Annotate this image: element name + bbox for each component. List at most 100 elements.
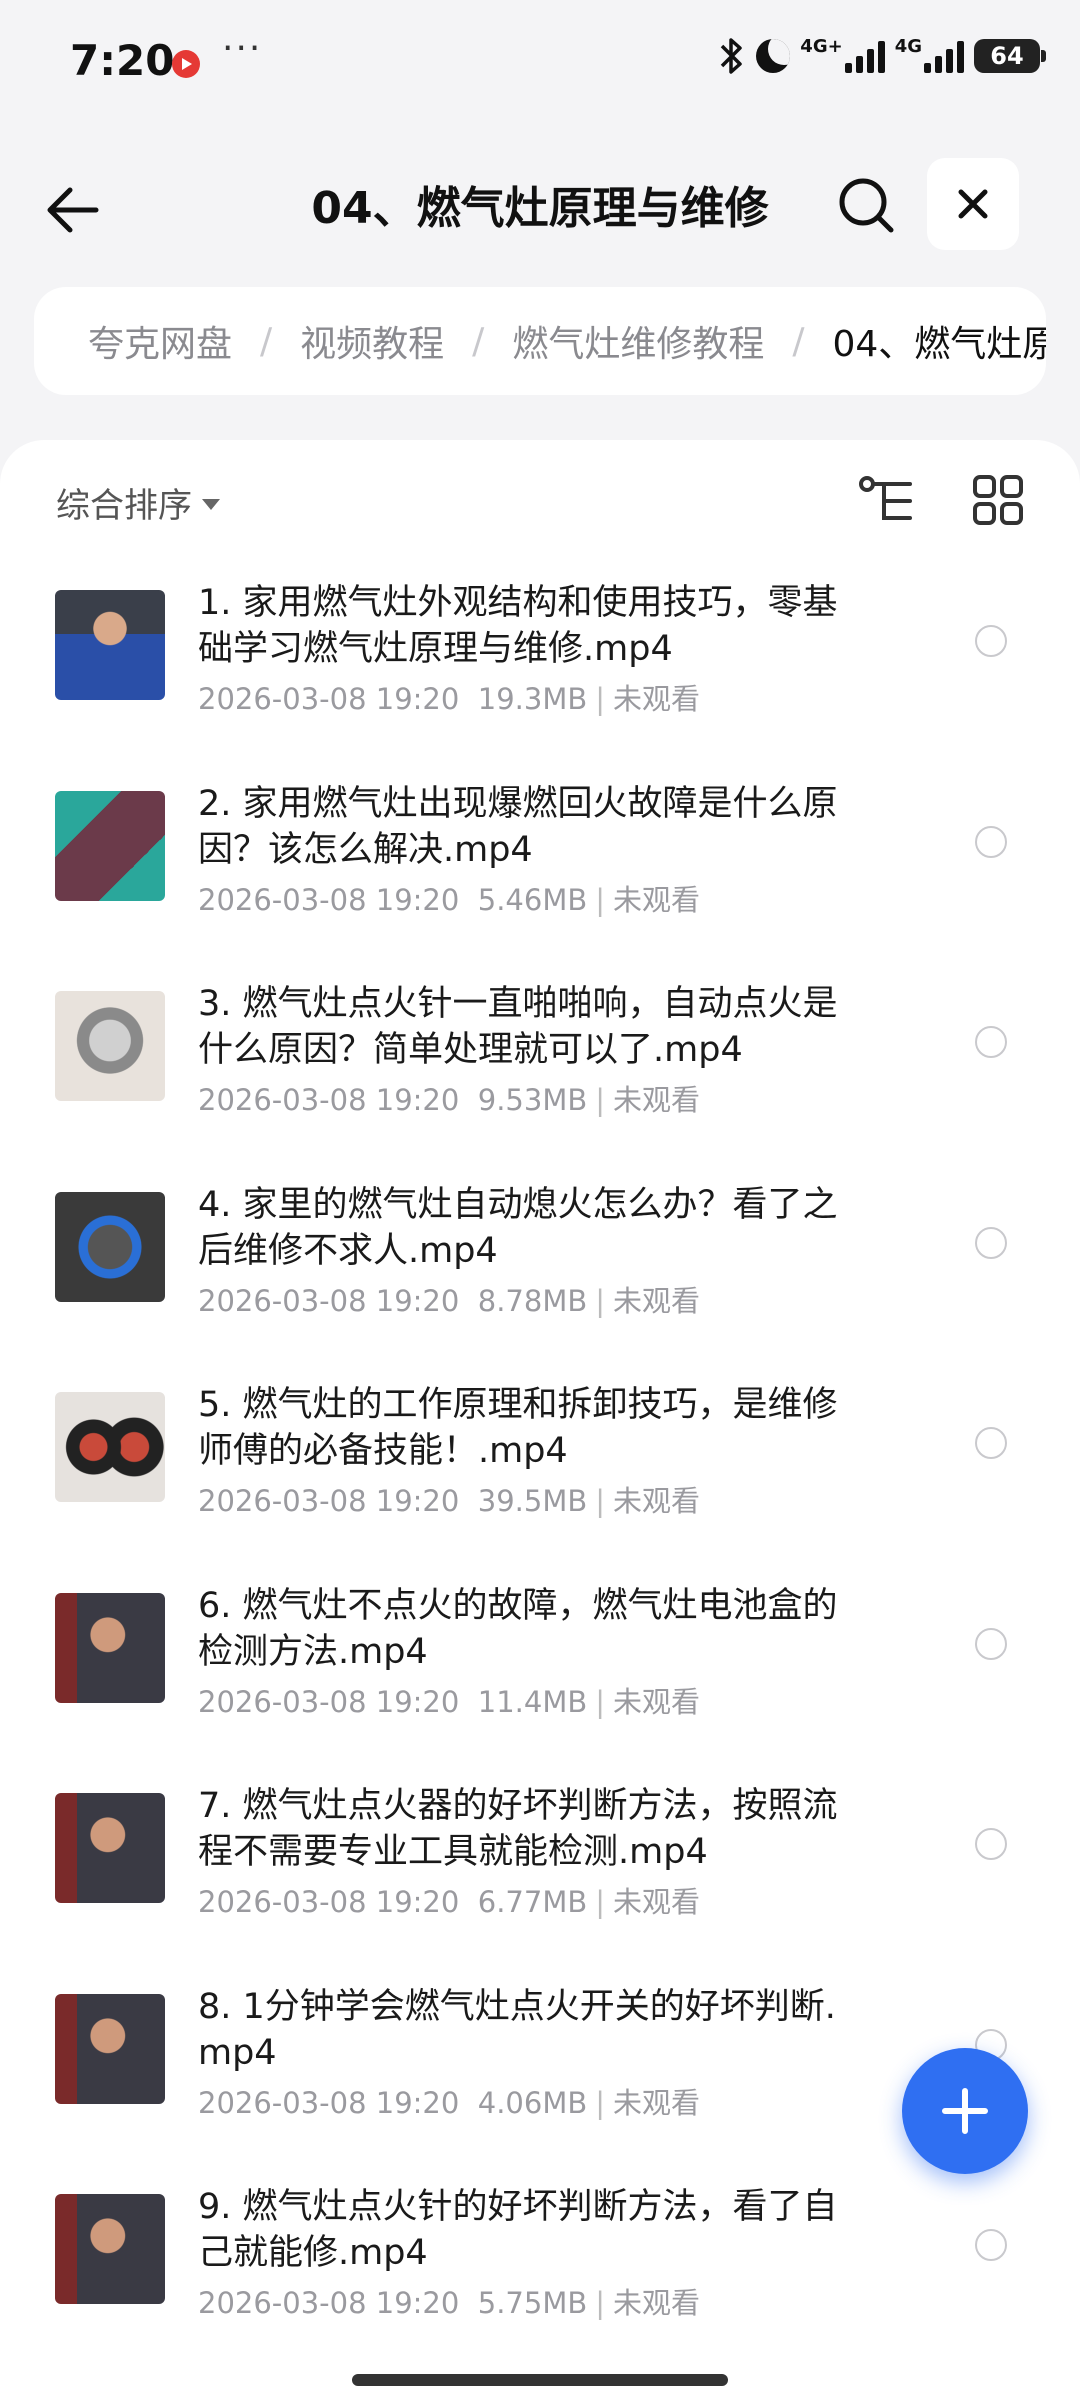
file-date: 2026-03-08 19:20 — [198, 1283, 460, 1318]
watch-status: 未观看 — [613, 1283, 701, 1318]
select-checkbox[interactable] — [975, 2229, 1007, 2261]
file-name: 8. 1分钟学会燃气灶点火开关的好坏判断.mp4 — [198, 1986, 836, 2073]
search-button[interactable] — [835, 174, 899, 238]
file-size: 6.77MB — [477, 1885, 588, 1919]
close-icon — [958, 189, 988, 219]
file-size: 5.46MB — [477, 882, 588, 917]
status-icons: 4G+ 4G 64 — [716, 36, 1046, 76]
status-time: 7:20 — [70, 36, 175, 85]
video-thumbnail — [55, 790, 165, 901]
video-thumbnail — [55, 1993, 165, 2104]
back-button[interactable] — [40, 180, 110, 240]
close-button[interactable] — [927, 158, 1019, 250]
file-date: 2026-03-08 19:20 — [198, 2085, 460, 2120]
file-date: 2026-03-08 19:20 — [198, 2286, 460, 2320]
breadcrumb-item-root[interactable]: 夸克网盘 — [88, 315, 232, 367]
video-thumbnail — [55, 1592, 165, 1703]
watch-status: 未观看 — [613, 682, 701, 716]
file-name: 1. 家用燃气灶外观结构和使用技巧，零基础学习燃气灶原理与维修.mp4 — [198, 583, 838, 669]
grid-view-button[interactable] — [972, 474, 1024, 526]
file-date: 2026-03-08 19:20 — [198, 682, 460, 716]
sort-label: 综合排序 — [56, 486, 192, 526]
file-meta: 2026-03-08 19:20 39.5MB | 未观看 — [198, 1478, 700, 1520]
file-row[interactable]: 6. 燃气灶不点火的故障，燃气灶电池盒的检测方法.mp4 2026-03-08 1… — [0, 1583, 1080, 1784]
tree-view-button[interactable] — [858, 474, 916, 528]
select-checkbox[interactable] — [975, 625, 1007, 657]
grid-icon — [973, 475, 1023, 525]
home-indicator[interactable] — [352, 2374, 728, 2386]
network-type-2: 4G — [894, 36, 922, 57]
file-name: 3. 燃气灶点火针一直啪啪响，自动点火是什么原因？简单处理就可以了.mp4 — [198, 984, 838, 1070]
file-meta: 2026-03-08 19:20 6.77MB | 未观看 — [198, 1879, 700, 1921]
breadcrumb-item-videos[interactable]: 视频教程 — [300, 315, 444, 367]
file-name: 9. 燃气灶点火针的好坏判断方法，看了自己就能修.mp4 — [198, 2187, 838, 2273]
watch-status: 未观看 — [613, 1484, 701, 1518]
file-name: 4. 家里的燃气灶自动熄火怎么办？看了之后维修不求人.mp4 — [198, 1184, 838, 1271]
select-checkbox[interactable] — [975, 1627, 1007, 1660]
select-checkbox[interactable] — [975, 1828, 1007, 1860]
meta-separator: | — [595, 1684, 606, 1719]
select-checkbox[interactable] — [975, 825, 1007, 858]
signal-2-icon — [924, 39, 964, 73]
breadcrumb-separator: / — [260, 320, 273, 362]
file-name: 6. 燃气灶不点火的故障，燃气灶电池盒的检测方法.mp4 — [198, 1585, 838, 1672]
video-thumbnail — [55, 1793, 165, 1903]
file-row[interactable]: 9. 燃气灶点火针的好坏判断方法，看了自己就能修.mp4 2026-03-08 1… — [0, 2184, 1080, 2385]
network-type-1: 4G+ — [800, 36, 843, 57]
bluetooth-icon — [721, 38, 743, 74]
breadcrumb-item-current: 04、燃气灶原理与维修 — [832, 324, 1046, 365]
file-date: 2026-03-08 19:20 — [198, 1885, 460, 1919]
arrow-left-icon — [47, 187, 99, 233]
select-checkbox[interactable] — [975, 1026, 1007, 1058]
file-name: 7. 燃气灶点火器的好坏判断方法，按照流程不需要专业工具就能检测.mp4 — [198, 1786, 838, 1872]
meta-separator: | — [595, 1283, 606, 1318]
meta-separator: | — [595, 1885, 606, 1919]
file-size: 4.06MB — [477, 2085, 588, 2120]
select-checkbox[interactable] — [975, 1226, 1007, 1259]
file-size: 19.3MB — [477, 682, 588, 716]
breadcrumb-item-course[interactable]: 燃气灶维修教程 — [512, 315, 764, 367]
file-meta: 2026-03-08 19:20 4.06MB | 未观看 — [198, 2080, 700, 2122]
watch-status: 未观看 — [613, 1083, 701, 1117]
plus-icon — [942, 2088, 988, 2134]
status-bar: 7:20 ··· 4G+ 4G 64 — [0, 0, 1080, 120]
caret-down-icon — [202, 499, 220, 510]
file-meta: 2026-03-08 19:20 19.3MB | 未观看 — [198, 676, 700, 718]
tree-structure-icon — [859, 476, 912, 520]
file-meta: 2026-03-08 19:20 9.53MB | 未观看 — [198, 1077, 700, 1119]
signal-1-icon — [844, 39, 885, 73]
file-row[interactable]: 5. 燃气灶的工作原理和拆卸技巧，是维修师傅的必备技能！.mp4 2026-03-… — [0, 1382, 1080, 1583]
file-date: 2026-03-08 19:20 — [198, 1083, 460, 1117]
file-size: 11.4MB — [477, 1684, 588, 1719]
video-thumbnail — [55, 1392, 165, 1502]
watch-status: 未观看 — [613, 1885, 701, 1919]
file-meta: 2026-03-08 19:20 11.4MB | 未观看 — [198, 1679, 700, 1721]
file-date: 2026-03-08 19:20 — [198, 882, 460, 917]
meta-separator: | — [595, 2286, 606, 2320]
file-size: 9.53MB — [477, 1083, 588, 1117]
sort-dropdown[interactable]: 综合排序 — [56, 478, 220, 527]
file-size: 5.75MB — [477, 2286, 588, 2320]
breadcrumb: 夸克网盘 / 视频教程 / 燃气灶维修教程 / 04、燃气灶原理与维修 — [34, 287, 1046, 395]
watch-status: 未观看 — [613, 2085, 701, 2120]
file-meta: 2026-03-08 19:20 5.75MB | 未观看 — [198, 2280, 700, 2322]
file-row[interactable]: 4. 家里的燃气灶自动熄火怎么办？看了之后维修不求人.mp4 2026-03-08… — [0, 1182, 1080, 1383]
video-thumbnail — [55, 1191, 165, 1302]
add-button[interactable] — [902, 2048, 1028, 2174]
file-date: 2026-03-08 19:20 — [198, 1484, 460, 1518]
more-notifications-icon: ··· — [222, 28, 263, 69]
video-thumbnail — [55, 2194, 165, 2304]
file-row[interactable]: 3. 燃气灶点火针一直啪啪响，自动点火是什么原因？简单处理就可以了.mp4 202… — [0, 981, 1080, 1182]
file-row[interactable]: 1. 家用燃气灶外观结构和使用技巧，零基础学习燃气灶原理与维修.mp4 2026-… — [0, 580, 1080, 781]
do-not-disturb-icon — [756, 39, 791, 73]
breadcrumb-separator: / — [792, 320, 805, 362]
header: 04、燃气灶原理与维修 — [0, 150, 1080, 260]
file-size: 8.78MB — [477, 1283, 588, 1318]
meta-separator: | — [595, 682, 606, 716]
watch-status: 未观看 — [613, 2286, 701, 2320]
file-row[interactable]: 7. 燃气灶点火器的好坏判断方法，按照流程不需要专业工具就能检测.mp4 2026… — [0, 1783, 1080, 1984]
meta-separator: | — [595, 882, 606, 917]
file-row[interactable]: 2. 家用燃气灶出现爆燃回火故障是什么原因？该怎么解决.mp4 2026-03-0… — [0, 781, 1080, 982]
battery-icon: 64 — [974, 39, 1046, 73]
select-checkbox[interactable] — [975, 1427, 1007, 1459]
